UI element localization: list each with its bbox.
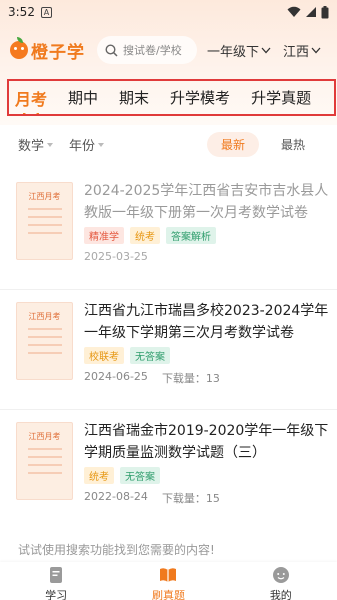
search-placeholder: 搜试卷/学校 [123,44,182,57]
tab-mock-exam[interactable]: 升学模考 [170,87,230,108]
paper-downloads: 下载量：13 [161,372,220,385]
active-tab-indicator [23,112,39,114]
tag: 统考 [130,227,160,244]
app-logo: 橙子学 [10,37,85,63]
grade-label: 一年级下 [207,44,260,60]
tag: 精准学 [84,227,124,244]
tag: 无答案 [130,347,170,364]
paper-thumbnail: 江西月考 [16,302,73,380]
search-icon [105,43,118,57]
region-label: 江西 [283,44,310,60]
logo-text: 橙子学 [31,42,85,63]
tab-monthly-label: 月考 [15,89,48,109]
tag: 无答案 [120,467,160,484]
open-book-icon [160,568,177,582]
paper-date: 2024-06-25 [84,370,148,383]
paper-downloads: 下载量：15 [161,492,220,505]
search-hint: 试试使用搜索功能找到您需要的内容! [18,543,215,557]
tag: 校联考 [84,347,124,364]
tab-monthly[interactable]: 月考 [15,86,48,114]
thumbnail-title: 江西月考 [28,432,61,441]
nav-mine-label: 我的 [269,589,292,600]
subject-filter[interactable]: 数学 [18,135,54,154]
app-header: 橙子学 搜试卷/学校 一年级下 江西 [0,30,337,70]
sort-latest-button[interactable]: 最新 [206,131,259,157]
paper-meta: 2022-08-24 下载量：15 [84,490,220,506]
signal-icon [306,7,316,17]
paper-date: 2022-08-24 [84,490,148,503]
region-select[interactable]: 江西 [283,41,321,60]
paper-tags: 统考 无答案 [84,467,160,484]
search-input[interactable]: 搜试卷/学校 [97,36,197,64]
nav-practice[interactable]: 刷真题 [128,562,208,600]
thumbnail-title: 江西月考 [28,192,61,201]
status-icons [287,5,329,19]
year-filter[interactable]: 年份 [69,135,105,154]
bottom-nav: 学习 刷真题 我的 [0,562,337,600]
paper-tags: 精准学 统考 答案解析 [84,227,216,244]
paper-meta: 2024-06-25 下载量：13 [84,370,220,386]
subject-filter-label: 数学 [18,138,45,154]
paper-thumbnail: 江西月考 [16,422,73,500]
chevron-down-icon [261,47,271,53]
chevron-down-icon [311,47,321,53]
sort-hot-button[interactable]: 最热 [267,132,319,157]
list-item[interactable]: 江西月考 2024-2025学年江西省吉安市吉水县人教版一年级下册第一次月考数学… [0,170,337,290]
caret-down-icon [98,143,105,147]
list-item[interactable]: 江西月考 江西省九江市瑞昌多校2023-2024学年一年级下学期第三次月考数学试… [0,290,337,410]
profile-face-icon [272,567,289,583]
paper-tags: 校联考 无答案 [84,347,170,364]
nav-study[interactable]: 学习 [16,562,96,600]
paper-meta: 2025-03-25 [84,250,148,263]
tab-midterm[interactable]: 期中 [68,87,98,108]
status-bar: 3:52 A [0,0,337,24]
thumbnail-title: 江西月考 [28,312,61,321]
tag: 答案解析 [166,227,216,244]
status-time: 3:52 [8,5,35,19]
paper-date: 2025-03-25 [84,250,148,263]
nav-study-label: 学习 [45,589,68,600]
paper-title: 2024-2025学年江西省吉安市吉水县人教版一年级下册第一次月考数学试卷 [84,183,329,221]
year-filter-label: 年份 [69,138,96,154]
paper-title: 江西省九江市瑞昌多校2023-2024学年一年级下学期第三次月考数学试卷 [84,303,329,341]
nav-mine[interactable]: 我的 [241,562,321,600]
book-icon [50,567,63,583]
paper-title: 江西省瑞金市2019-2020学年一年级下学期质量监测数学试题（三） [84,423,329,461]
orange-logo-icon [10,37,28,59]
list-item[interactable]: 江西月考 江西省瑞金市2019-2020学年一年级下学期质量监测数学试题（三） … [0,410,337,530]
sort-group: 最新 最热 [206,131,319,157]
tab-real-exam[interactable]: 升学真题 [251,87,311,108]
tab-final[interactable]: 期末 [119,87,149,108]
caret-down-icon [47,143,54,147]
paper-thumbnail: 江西月考 [16,182,73,260]
nav-practice-label: 刷真题 [151,589,185,600]
filter-bar: 数学 年份 最新 最热 [0,128,337,160]
exam-type-tabs: 月考 期中 期末 升学模考 升学真题 [7,79,336,116]
wifi-icon [287,6,301,17]
battery-icon [321,5,329,18]
grade-select[interactable]: 一年级下 [207,41,271,60]
notification-icon: A [40,6,52,18]
tag: 统考 [84,467,114,484]
